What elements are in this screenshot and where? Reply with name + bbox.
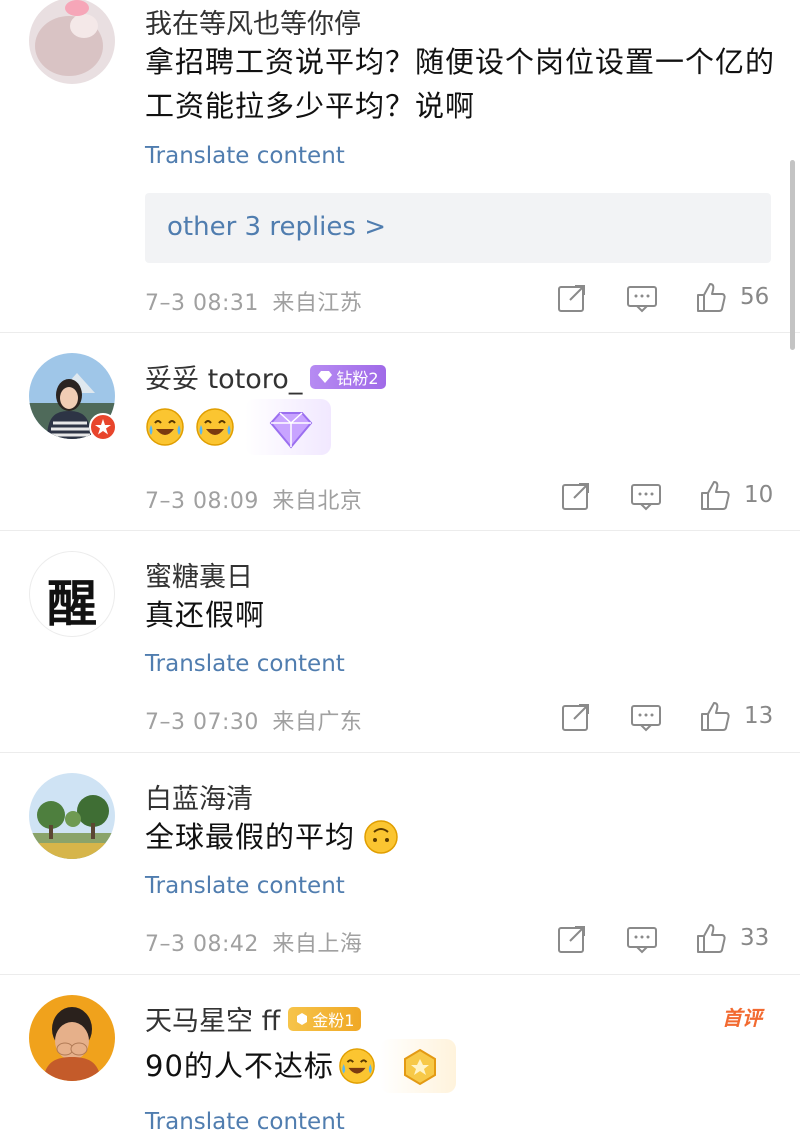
username[interactable]: 蜜糖裏日: [145, 555, 253, 594]
comment-text: 拿招聘工资说平均？随便设个岗位设置一个亿的工资能拉多少平均？说啊: [145, 45, 776, 123]
scrollbar[interactable]: [790, 160, 795, 350]
timestamp: 7–3 07:30: [145, 710, 259, 735]
avatar[interactable]: [29, 773, 115, 859]
gold-fan-icon: [297, 1012, 308, 1025]
fan-decoration: [379, 1039, 456, 1093]
fan-badge[interactable]: 金粉1: [288, 1006, 362, 1031]
comment-text: 全球最假的平均: [145, 815, 780, 859]
comment-meta: 7–3 07:30 来自广东: [145, 704, 362, 736]
timestamp: 7–3 08:31: [145, 291, 259, 316]
laughing-crying-emoji: [339, 1048, 375, 1084]
like-count: 33: [740, 925, 770, 951]
timestamp: 7–3 08:09: [145, 489, 259, 514]
share-icon[interactable]: [560, 701, 592, 733]
diamond-fan-icon: [318, 370, 333, 383]
thumbs-up-icon[interactable]: [695, 281, 727, 313]
location: 来自江苏: [272, 291, 363, 316]
comment-meta: 7–3 08:31 来自江苏: [145, 285, 362, 317]
comment-meta: 7–3 08:09 来自北京: [145, 483, 362, 515]
like-count: 13: [744, 703, 774, 729]
laughing-crying-emoji: [146, 408, 184, 446]
location: 来自北京: [272, 489, 363, 514]
thumbs-up-icon[interactable]: [695, 922, 727, 954]
like-count: 10: [744, 482, 774, 508]
more-replies-button[interactable]: other 3 replies >: [145, 193, 771, 263]
first-comment-label: 首评: [722, 1006, 762, 1030]
avatar[interactable]: 醒: [29, 551, 115, 637]
laughing-crying-emoji: [196, 408, 234, 446]
upside-down-face-emoji: [364, 820, 398, 854]
thumbs-up-icon[interactable]: [699, 479, 731, 511]
diamond-fan-icon: [269, 412, 313, 449]
like-count: 56: [740, 284, 770, 310]
comment-item: 天马星空 ff 金粉1 首评 90的人不达标 Translate content: [0, 975, 800, 1140]
gold-fan-icon: [403, 1048, 436, 1086]
comment-emoji-row: [145, 399, 331, 455]
translate-link[interactable]: Translate content: [145, 873, 345, 899]
username[interactable]: 天马星空 ff 金粉1: [145, 999, 362, 1038]
username[interactable]: 妥妥 totoro_ 钻粉2: [145, 357, 386, 396]
share-icon[interactable]: [556, 282, 588, 314]
comment-icon[interactable]: [626, 282, 658, 314]
comment-icon[interactable]: [630, 701, 662, 733]
location: 来自上海: [272, 932, 363, 957]
comment-item: 我在等风也等你停 拿招聘工资说平均？随便设个岗位设置一个亿的工资能拉多少平均？说…: [0, 0, 800, 332]
avatar[interactable]: [29, 995, 115, 1081]
comment-text: 真还假啊: [145, 598, 266, 632]
username[interactable]: 白蓝海清: [145, 777, 253, 816]
fan-decoration: [245, 399, 331, 455]
share-icon[interactable]: [560, 480, 592, 512]
translate-link[interactable]: Translate content: [145, 651, 345, 677]
avatar[interactable]: [29, 0, 115, 84]
comment-icon[interactable]: [630, 480, 662, 512]
username[interactable]: 我在等风也等你停: [145, 2, 361, 41]
comment-meta: 7–3 08:42 来自上海: [145, 926, 362, 958]
share-icon[interactable]: [556, 923, 588, 955]
comment-icon[interactable]: [626, 923, 658, 955]
timestamp: 7–3 08:42: [145, 932, 259, 957]
verified-icon: [89, 413, 117, 441]
comment-item: 妥妥 totoro_ 钻粉2 7–3 08:09 来自北京 10: [0, 333, 800, 529]
thumbs-up-icon[interactable]: [699, 700, 731, 732]
comment-item: 白蓝海清 全球最假的平均 Translate content 7–3 08:42…: [0, 753, 800, 973]
location: 来自广东: [272, 710, 363, 735]
avatar-calligraphy: 醒: [47, 574, 97, 633]
translate-link[interactable]: Translate content: [145, 143, 345, 169]
comment-item: 醒 蜜糖裏日 真还假啊 Translate content 7–3 07:30 …: [0, 531, 800, 751]
fan-badge[interactable]: 钻粉2: [310, 364, 386, 389]
translate-link[interactable]: Translate content: [145, 1109, 345, 1135]
more-replies-label: other 3 replies >: [167, 212, 386, 242]
comment-text: 90的人不达标: [145, 1039, 780, 1093]
